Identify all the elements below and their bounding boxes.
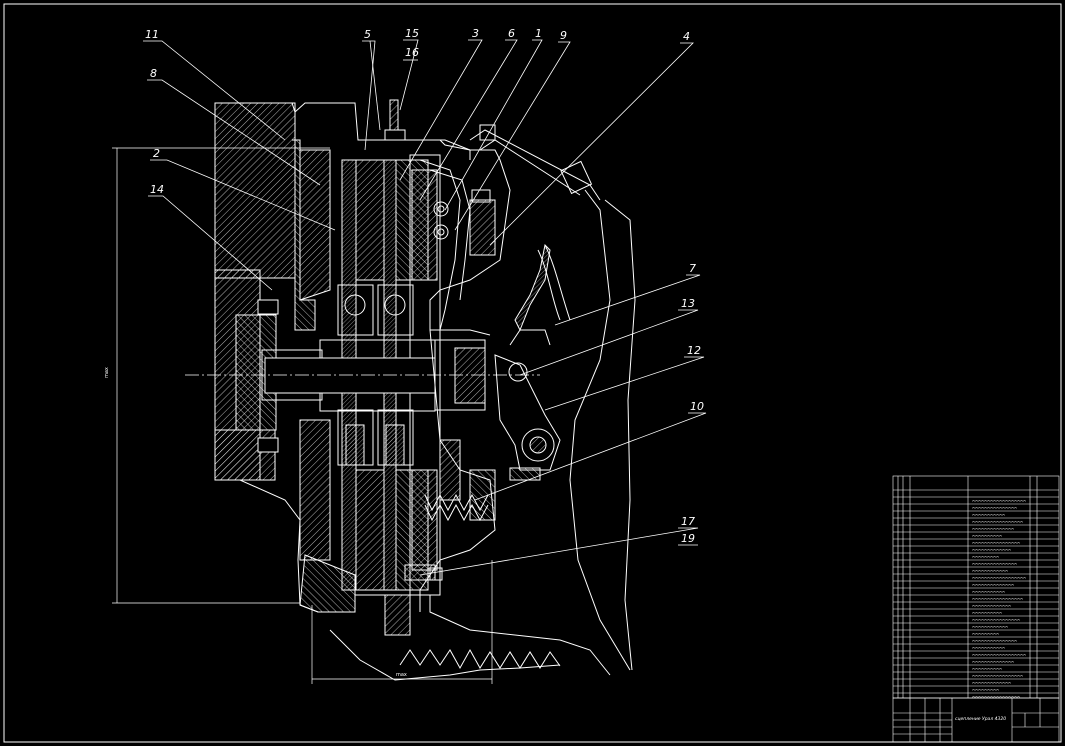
callout-1: 1 (535, 27, 542, 40)
bom-illegible-entry (971, 576, 1027, 579)
bom-illegible-entry (971, 513, 1006, 516)
bom-illegible-entry (971, 618, 1021, 621)
callout-13: 13 (681, 297, 695, 310)
bom-illegible-entry (971, 688, 1000, 691)
bom-illegible-entry (971, 541, 1021, 544)
callout-12: 12 (687, 344, 701, 357)
callout-14: 14 (150, 183, 164, 196)
bom-scribbles (971, 499, 1027, 698)
callout-4: 4 (683, 30, 690, 43)
bom-illegible-entry (971, 632, 1000, 635)
bom-illegible-entry (971, 611, 1003, 614)
bom-illegible-entry (971, 674, 1024, 677)
bom-illegible-entry (971, 534, 1003, 537)
callout-19: 19 (681, 532, 695, 545)
vertical-dimension-label: max (104, 367, 110, 378)
bom-illegible-entry (971, 506, 1018, 509)
bom-illegible-entry (971, 548, 1012, 551)
callout-10: 10 (690, 400, 704, 413)
bom-illegible-entry (971, 660, 1015, 663)
bom-illegible-entry (971, 604, 1012, 607)
bom-illegible-entry (971, 695, 1021, 698)
bom-illegible-entry (971, 653, 1027, 656)
callout-9: 9 (560, 29, 567, 42)
bom-illegible-entry (971, 520, 1024, 523)
callout-11: 11 (145, 28, 159, 41)
callout-7: 7 (689, 262, 696, 275)
bom-illegible-entry (971, 555, 1000, 558)
callout-17: 17 (681, 515, 695, 528)
callout-15: 15 (405, 27, 419, 40)
callout-2: 2 (153, 147, 160, 160)
callout-8: 8 (150, 67, 157, 80)
bom-illegible-entry (971, 583, 1015, 586)
bom-illegible-entry (971, 681, 1012, 684)
clutch-section-view (185, 99, 636, 681)
bom-illegible-entry (971, 646, 1006, 649)
callout-6: 6 (508, 27, 515, 40)
bom-illegible-entry (971, 569, 1009, 572)
bom-illegible-entry (971, 597, 1024, 600)
clutch-assembly-drawing: max max 11 8 2 14 5 15 16 3 6 1 9 4 7 13… (3, 3, 1062, 743)
sheet-frame (3, 3, 1062, 743)
bom-illegible-entry (971, 499, 1027, 502)
bom-illegible-entry (971, 562, 1018, 565)
callout-5: 5 (364, 28, 371, 41)
bom-illegible-entry (971, 527, 1015, 530)
callout-3: 3 (472, 27, 479, 40)
bom-illegible-entry (971, 667, 1003, 670)
bom-illegible-entry (971, 625, 1009, 628)
bom-illegible-entry (971, 639, 1018, 642)
callout-16: 16 (405, 46, 419, 59)
title-block-title: сцепление Урал 4320 (955, 716, 1006, 722)
horizontal-dimension-label: max (396, 672, 407, 678)
bom-illegible-entry (971, 590, 1006, 593)
bill-of-materials (892, 475, 1060, 699)
